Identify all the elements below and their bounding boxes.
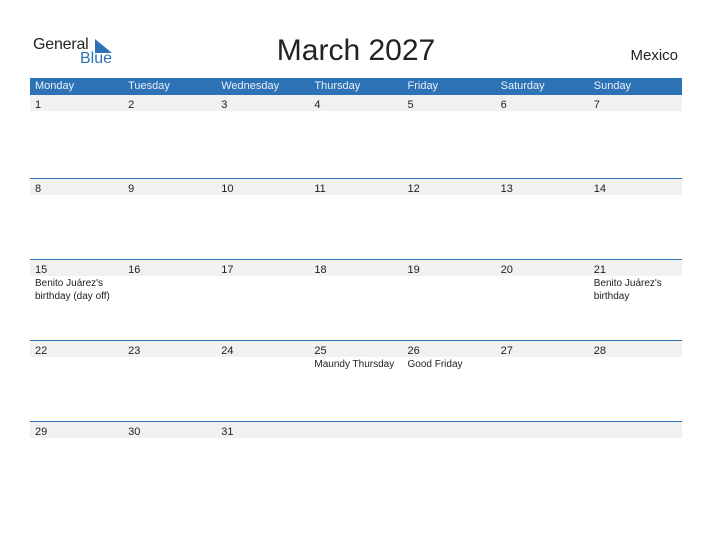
- day-cell: 29: [30, 422, 123, 438]
- day-cell: 12: [403, 179, 496, 195]
- day-cell: 4: [309, 95, 402, 111]
- day-number: 9: [128, 183, 135, 195]
- day-number: 31: [221, 426, 234, 438]
- day-number: 26: [407, 345, 420, 357]
- day-cell: 10: [216, 179, 309, 195]
- day-cell: 30: [123, 422, 216, 438]
- day-number: 13: [500, 183, 513, 195]
- day-number: 15: [35, 264, 48, 276]
- day-number: 14: [593, 183, 606, 195]
- week-row: 22 23 24 25 Maundy Thursday 26 Good Friday 27 28: [30, 340, 682, 421]
- day-cell: 26 Good Friday: [403, 341, 496, 370]
- day-cell: [496, 422, 589, 438]
- day-cell: 7: [589, 95, 682, 111]
- weekday-tuesday: Tuesday: [128, 80, 170, 92]
- day-cell: [403, 422, 496, 438]
- day-cell: 2: [123, 95, 216, 111]
- weekday-header: Monday Tuesday Wednesday Thursday Friday Satu…: [30, 78, 682, 95]
- day-cell: 1: [30, 95, 123, 111]
- day-cell: 17: [216, 260, 309, 276]
- week-date-strip: 8 9 10 11 12 13 14: [30, 179, 682, 195]
- holiday-label: Good Friday: [407, 359, 463, 370]
- weekday-wednesday: Wednesday: [221, 80, 280, 92]
- day-cell: 23: [123, 341, 216, 357]
- holiday-label: Maundy Thursday: [314, 359, 395, 370]
- day-cell: 19: [403, 260, 496, 276]
- day-number: 12: [407, 183, 420, 195]
- week-row: 8 9 10 11 12 13 14: [30, 178, 682, 259]
- week-date-strip: 1 2 3 4 5 6 7: [30, 95, 682, 111]
- day-number: 8: [35, 183, 42, 195]
- weekday-saturday: Saturday: [500, 80, 545, 92]
- day-number: 3: [221, 99, 228, 111]
- day-cell: 3: [216, 95, 309, 111]
- day-cell: 18: [309, 260, 402, 276]
- weekday-sunday: Sunday: [593, 80, 632, 92]
- day-cell: 6: [496, 95, 589, 111]
- day-number: 2: [128, 99, 135, 111]
- day-cell: 8: [30, 179, 123, 195]
- week-row: 1 2 3 4 5 6 7: [30, 95, 682, 178]
- day-cell: 16: [123, 260, 216, 276]
- week-date-strip: 22 23 24 25 Maundy Thursday 26 Good Friday 27 28: [30, 341, 682, 370]
- day-number: 17: [221, 264, 234, 276]
- day-number: 21: [593, 264, 606, 276]
- week-row: 29 30 31: [30, 421, 682, 502]
- day-number: 18: [314, 264, 327, 276]
- day-number: 7: [593, 99, 600, 111]
- holiday-label: Benito Juárez's birthday (day off): [35, 278, 110, 302]
- day-number: 1: [35, 99, 42, 111]
- day-number: 5: [407, 99, 414, 111]
- day-number: 28: [593, 345, 606, 357]
- day-cell: 5: [403, 95, 496, 111]
- calendar-title: March 2027: [276, 34, 436, 67]
- day-cell: 13: [496, 179, 589, 195]
- calendar-grid: Monday Tuesday Wednesday Thursday Friday Satu…: [30, 78, 682, 502]
- day-cell: [309, 422, 402, 438]
- day-number: 10: [221, 183, 234, 195]
- day-number: 11: [314, 183, 326, 195]
- day-cell: 15 Benito Juárez's birthday (day off): [30, 260, 123, 302]
- day-number: 23: [128, 345, 141, 357]
- country-label: Mexico: [630, 47, 678, 64]
- day-cell: 27: [496, 341, 589, 357]
- day-cell: 31: [216, 422, 309, 438]
- holiday-label: Benito Juárez's birthday: [593, 278, 662, 302]
- day-number: 6: [500, 99, 507, 111]
- week-date-strip: 15 Benito Juárez's birthday (day off) 16 17…: [30, 260, 682, 302]
- day-number: 24: [221, 345, 234, 357]
- day-number: 27: [500, 345, 513, 357]
- day-cell: 21 Benito Juárez's birthday: [589, 260, 682, 302]
- day-cell: 22: [30, 341, 123, 357]
- day-number: 20: [500, 264, 513, 276]
- day-number: 16: [128, 264, 141, 276]
- day-number: 30: [128, 426, 141, 438]
- day-cell: 9: [123, 179, 216, 195]
- day-number: 29: [35, 426, 48, 438]
- day-cell: 24: [216, 341, 309, 357]
- day-number: 4: [314, 99, 321, 111]
- weekday-friday: Friday: [407, 80, 439, 92]
- day-number: 25: [314, 345, 327, 357]
- day-cell: [589, 422, 682, 438]
- day-cell: 25 Maundy Thursday: [309, 341, 402, 370]
- day-cell: 28: [589, 341, 682, 357]
- day-cell: 20: [496, 260, 589, 276]
- day-number: 22: [35, 345, 48, 357]
- day-cell: 11: [309, 179, 402, 195]
- week-row: 15 Benito Juárez's birthday (day off) 16 17…: [30, 259, 682, 340]
- weekday-monday: Monday: [35, 80, 75, 92]
- weekday-thursday: Thursday: [314, 80, 361, 92]
- day-cell: 14: [589, 179, 682, 195]
- week-date-strip: 29 30 31: [30, 422, 682, 438]
- day-number: 19: [407, 264, 420, 276]
